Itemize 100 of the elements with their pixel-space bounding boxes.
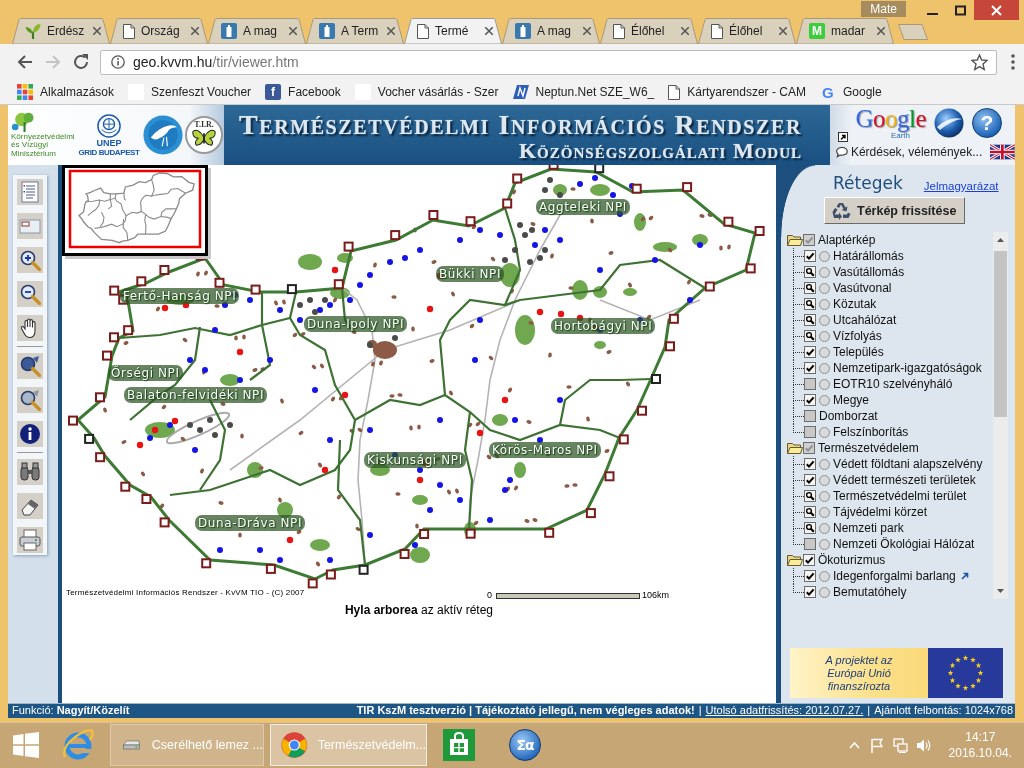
layer-radio[interactable] <box>819 346 830 358</box>
layer-radio[interactable] <box>819 314 830 326</box>
close-icon[interactable] <box>583 27 591 35</box>
layer-checkbox[interactable] <box>803 554 815 566</box>
layer-label: Nemzeti Ökológiai Hálózat <box>833 537 975 551</box>
close-icon[interactable] <box>877 27 885 35</box>
layer-radio[interactable] <box>819 378 830 390</box>
layer-label: Vízfolyás <box>833 329 882 343</box>
layer-radio[interactable] <box>819 426 830 438</box>
layer-radio[interactable] <box>819 522 830 534</box>
bookmark-link[interactable]: Neptun.Net SZE_W6_ <box>507 84 660 100</box>
bookmark-link[interactable]: Vocher vásárlás - Szer <box>349 84 504 100</box>
logo-wordmark[interactable]: Google <box>855 106 926 131</box>
layer-label: Nemzeti park <box>833 521 904 535</box>
browser-tab[interactable]: Termé <box>404 18 502 44</box>
layer-checkbox[interactable] <box>804 522 816 534</box>
layer-radio[interactable] <box>819 538 830 550</box>
layer-radio[interactable] <box>819 586 830 598</box>
layer-radio[interactable] <box>819 506 830 518</box>
menu-icon[interactable] <box>1011 54 1015 70</box>
layer-checkbox[interactable] <box>804 250 816 262</box>
layer-radio[interactable] <box>819 266 830 278</box>
layer-checkbox[interactable] <box>803 234 815 246</box>
reload-icon[interactable] <box>72 53 90 71</box>
layer-radio[interactable] <box>819 250 830 262</box>
close-icon[interactable] <box>681 27 689 35</box>
flag-icon[interactable] <box>990 144 1015 160</box>
layer-radio[interactable] <box>819 362 830 374</box>
close-icon[interactable] <box>289 27 297 35</box>
feedback-link[interactable]: Kérdések, vélemények... <box>850 145 983 159</box>
browser-tab[interactable]: Ország <box>110 18 208 44</box>
map-label: Bükki NPI <box>436 266 505 282</box>
close-icon[interactable] <box>191 27 199 35</box>
browser-tab[interactable]: Erdész <box>12 18 110 44</box>
layer-checkbox[interactable] <box>804 346 816 358</box>
layer-label: Utcahálózat <box>833 313 897 327</box>
layer-checkbox[interactable] <box>804 474 816 486</box>
close-icon[interactable] <box>93 27 101 35</box>
close-icon[interactable] <box>485 27 493 35</box>
layer-checkbox[interactable] <box>804 282 816 294</box>
apps-grid-icon[interactable] <box>17 84 33 100</box>
globe-icon[interactable] <box>934 108 964 138</box>
bookmark-link[interactable]: Alkalmazások <box>12 84 120 100</box>
layer-checkbox[interactable] <box>804 330 816 342</box>
last-update-link[interactable]: Utolsó adatfrissítés: 2012.07.27. <box>705 703 864 718</box>
layer-radio[interactable] <box>819 474 830 486</box>
open-folder-icon[interactable] <box>787 442 803 454</box>
bookmark-link[interactable]: Kártyarendszer - CAM <box>663 84 811 100</box>
close-button[interactable] <box>974 0 1019 20</box>
layer-radio[interactable] <box>819 394 830 406</box>
browser-tab[interactable]: Élőhel <box>600 18 698 44</box>
layer-checkbox[interactable] <box>804 506 816 518</box>
layer-radio[interactable] <box>819 282 830 294</box>
maximize-icon[interactable] <box>954 4 966 16</box>
refresh-map-button[interactable]: Térkép frissítése <box>824 197 966 224</box>
open-folder-icon[interactable] <box>787 554 803 566</box>
layer-label: Vasútállomás <box>833 265 905 279</box>
layer-checkbox[interactable] <box>804 586 816 598</box>
layer-checkbox[interactable] <box>804 298 816 310</box>
bookmark-link[interactable]: f Facebook <box>260 84 346 100</box>
layer-radio[interactable] <box>819 298 830 310</box>
bookmark-star-icon[interactable] <box>971 53 988 71</box>
browser-tab[interactable]: M madar <box>796 18 894 44</box>
layer-checkbox[interactable] <box>804 458 816 470</box>
browser-tab[interactable]: A mag <box>208 18 306 44</box>
close-icon[interactable] <box>387 27 395 35</box>
layer-checkbox[interactable] <box>804 410 816 422</box>
layer-checkbox[interactable] <box>804 538 816 550</box>
close-icon[interactable] <box>779 27 787 35</box>
external-link-icon[interactable] <box>960 572 969 580</box>
layer-radio[interactable] <box>819 490 830 502</box>
layer-checkbox[interactable] <box>804 426 816 438</box>
info-icon[interactable] <box>111 55 125 69</box>
layer-group-label: Természetvédelem <box>818 441 919 455</box>
overview-map-drawing[interactable] <box>62 165 208 256</box>
scrollbar[interactable] <box>993 232 1008 599</box>
bookmark-link[interactable]: G Google <box>814 84 887 100</box>
layer-checkbox[interactable] <box>804 490 816 502</box>
browser-tab[interactable]: Élőhel <box>698 18 796 44</box>
layer-radio[interactable] <box>819 458 830 470</box>
layer-radio[interactable] <box>819 570 830 582</box>
open-folder-icon[interactable] <box>787 234 803 246</box>
layer-checkbox[interactable] <box>804 266 816 278</box>
layer-checkbox[interactable] <box>804 394 816 406</box>
layer-checkbox[interactable] <box>804 570 816 582</box>
bookmark-link[interactable]: Szenfeszt Voucher <box>123 84 257 100</box>
address-field[interactable]: geo.kvvm.hu/tir/viewer.htm <box>100 49 997 75</box>
legend-link[interactable]: Jelmagyarázat <box>923 179 999 193</box>
layer-label: Határállomás <box>833 249 904 263</box>
scrollbar-thumb[interactable] <box>994 251 1007 417</box>
layer-checkbox[interactable] <box>804 378 816 390</box>
layer-checkbox[interactable] <box>803 442 815 454</box>
layer-radio[interactable] <box>819 330 830 342</box>
browser-tab[interactable]: A Term <box>306 18 404 44</box>
browser-tab[interactable]: A mag <box>502 18 600 44</box>
back-icon[interactable] <box>16 53 34 71</box>
layer-checkbox[interactable] <box>804 362 816 374</box>
shopping-bag-icon[interactable] <box>442 728 476 762</box>
layer-label: Domborzat <box>819 409 878 423</box>
layer-checkbox[interactable] <box>804 314 816 326</box>
